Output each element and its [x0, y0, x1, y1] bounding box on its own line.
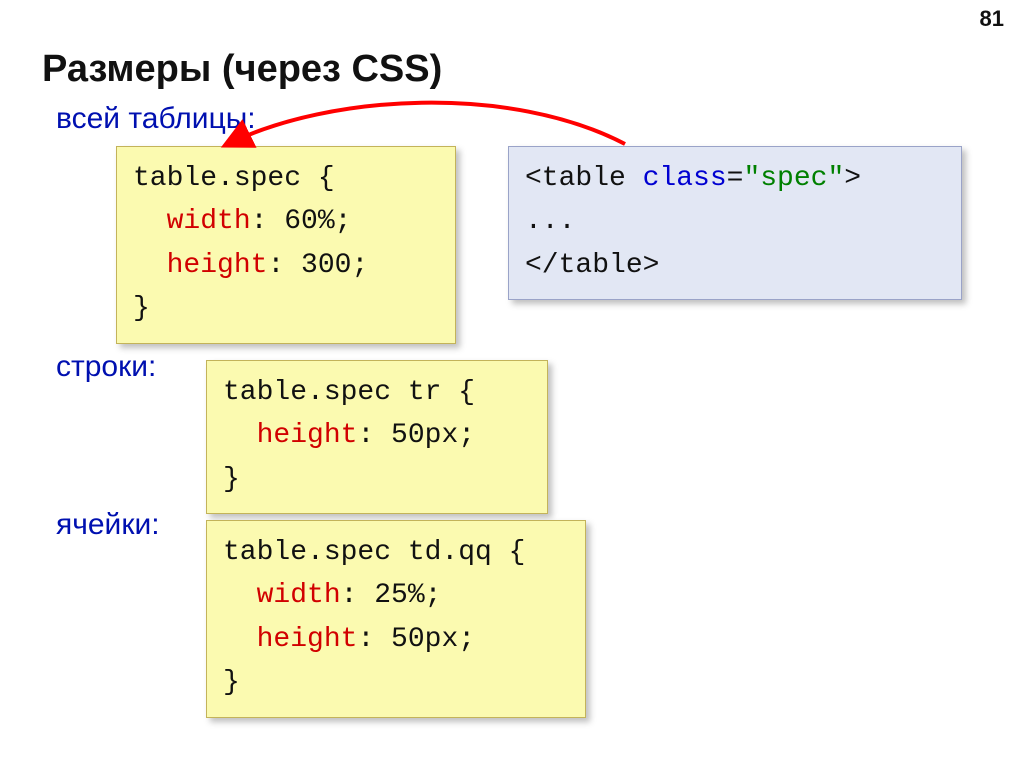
code-text: height: [257, 624, 358, 655]
code-text: width: [257, 580, 341, 611]
code-box-cell-css: table.spec td.qq { width: 25%; height: 5…: [206, 520, 586, 718]
code-box-row-css: table.spec tr { height: 50px; }: [206, 360, 548, 514]
code-text: height: [257, 420, 358, 451]
code-text: >: [844, 163, 861, 194]
code-text: ...: [525, 206, 575, 237]
code-text: : 50px;: [357, 420, 475, 451]
code-box-html-snippet: <table class="spec"> ... </table>: [508, 146, 962, 300]
label-cell: ячейки:: [56, 508, 160, 542]
code-text: table.spec td.qq {: [223, 537, 525, 568]
code-text: <table: [525, 163, 643, 194]
code-text: : 300;: [267, 250, 368, 281]
slide-title: Размеры (через CSS): [42, 48, 442, 91]
code-box-table-css: table.spec { width: 60%; height: 300; }: [116, 146, 456, 344]
code-text: }: [223, 464, 240, 495]
page-number: 81: [980, 6, 1004, 32]
label-whole-table: всей таблицы:: [56, 102, 256, 136]
code-text: }: [133, 293, 150, 324]
label-row: строки:: [56, 350, 156, 384]
code-text: }: [223, 667, 240, 698]
code-text: =: [727, 163, 744, 194]
code-text: : 60%;: [251, 206, 352, 237]
code-text: table.spec tr {: [223, 377, 475, 408]
code-text: : 50px;: [357, 624, 475, 655]
code-text: table.spec {: [133, 163, 335, 194]
code-text: : 25%;: [341, 580, 442, 611]
code-text: class: [643, 163, 727, 194]
code-text: </table>: [525, 250, 659, 281]
code-text: "spec": [743, 163, 844, 194]
code-text: width: [167, 206, 251, 237]
code-text: height: [167, 250, 268, 281]
